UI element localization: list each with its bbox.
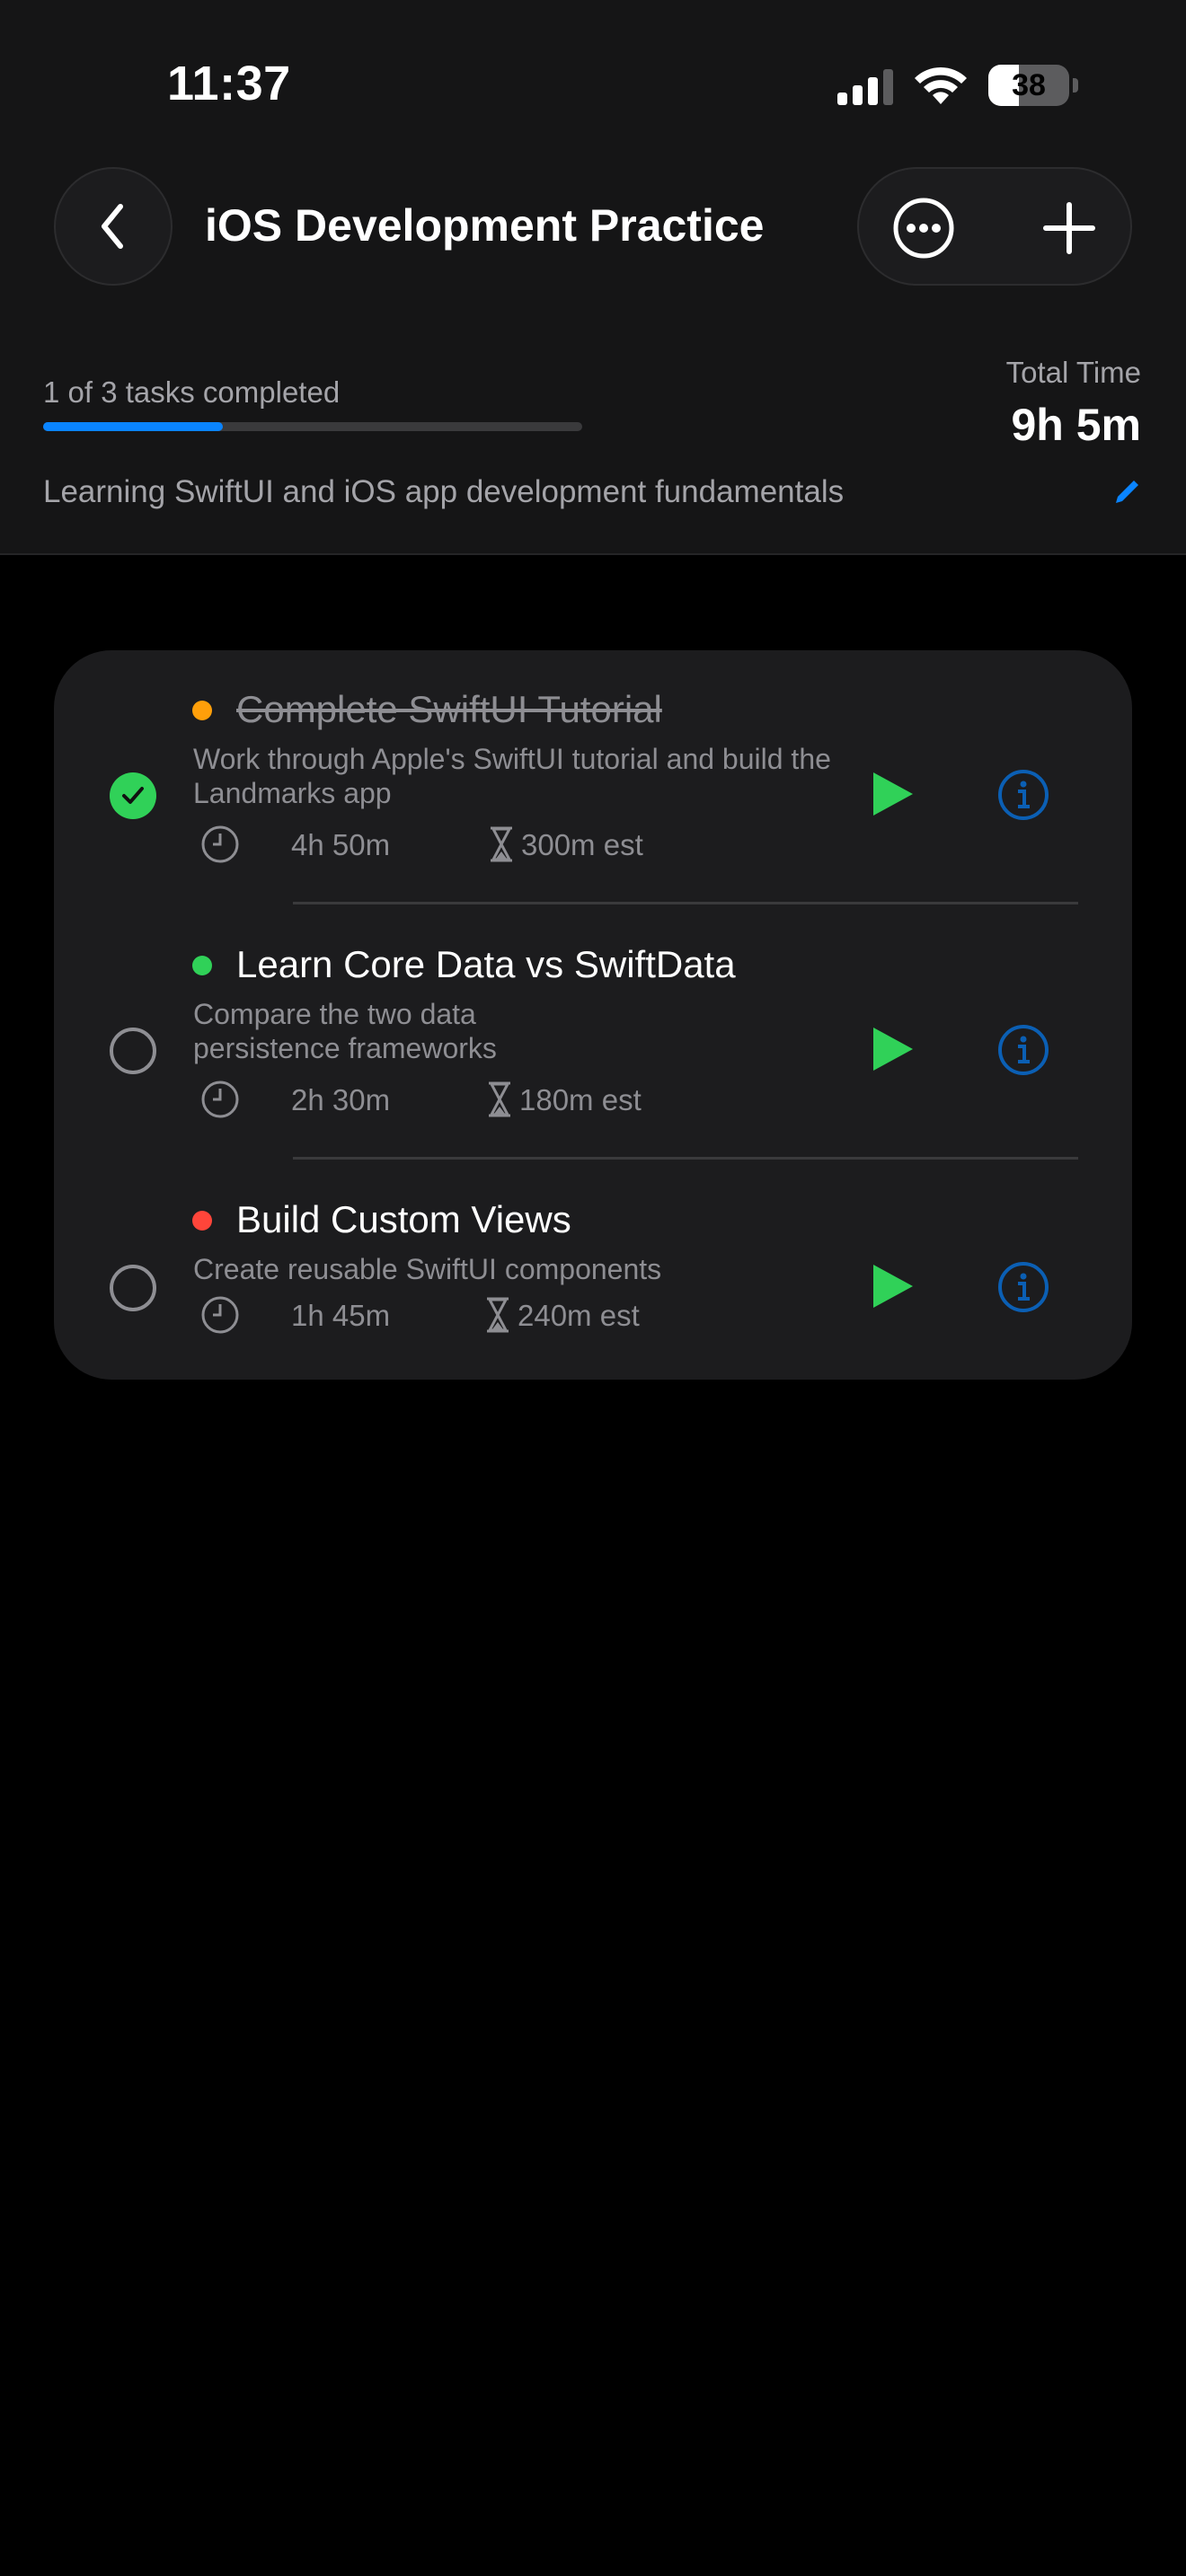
priority-dot xyxy=(192,701,212,720)
task-list-card: Complete SwiftUI Tutorial Work through A… xyxy=(54,650,1132,1380)
task-title: Learn Core Data vs SwiftData xyxy=(236,943,736,985)
info-icon[interactable] xyxy=(997,1024,1049,1076)
status-icons: 38 xyxy=(837,65,1078,106)
divider xyxy=(293,902,1078,904)
battery-tip xyxy=(1073,78,1078,93)
progress-label: 1 of 3 tasks completed xyxy=(43,375,341,409)
hourglass-icon xyxy=(487,1297,509,1333)
actions-group xyxy=(857,167,1132,286)
checkbox-circle-icon[interactable] xyxy=(110,1028,156,1074)
checkbox-circle-icon[interactable] xyxy=(110,1265,156,1311)
info-icon[interactable] xyxy=(997,1261,1049,1313)
status-time: 11:37 xyxy=(167,57,291,110)
task-row[interactable]: Build Custom Views Create reusable Swift… xyxy=(54,1193,1132,1417)
total-time-label: Total Time xyxy=(1005,356,1141,389)
task-description: Compare the two data persistence framewo… xyxy=(193,998,497,1064)
play-icon[interactable] xyxy=(866,1261,916,1311)
project-description: Learning SwiftUI and iOS app development… xyxy=(43,474,845,509)
back-button[interactable] xyxy=(54,167,173,286)
hourglass-icon xyxy=(489,1081,510,1117)
completed-checkmark-icon[interactable] xyxy=(110,772,156,819)
plus-icon[interactable] xyxy=(1037,196,1102,260)
total-time-value: 9h 5m xyxy=(1011,400,1141,450)
time-estimate: 180m est xyxy=(519,1083,642,1116)
divider xyxy=(293,1157,1078,1160)
play-icon[interactable] xyxy=(866,769,916,819)
header-area: 11:37 38 iOS Development Practice 1 of 3… xyxy=(0,0,1186,555)
play-icon[interactable] xyxy=(866,1024,916,1074)
time-spent: 2h 30m xyxy=(291,1083,391,1116)
time-estimate: 240m est xyxy=(518,1299,640,1332)
battery-icon: 38 xyxy=(988,65,1069,106)
info-icon[interactable] xyxy=(997,769,1049,821)
wifi-icon xyxy=(915,66,967,104)
priority-dot xyxy=(192,956,212,975)
task-description: Create reusable SwiftUI components xyxy=(193,1253,662,1285)
time-estimate: 300m est xyxy=(521,828,643,861)
progress-bar xyxy=(43,422,582,431)
cellular-signal-icon xyxy=(837,66,893,105)
progress-bar-fill xyxy=(43,422,223,431)
time-spent: 1h 45m xyxy=(291,1299,391,1332)
clock-icon xyxy=(201,825,239,863)
priority-dot xyxy=(192,1211,212,1231)
task-row[interactable]: Learn Core Data vs SwiftData Compare the… xyxy=(54,938,1132,1162)
time-spent: 4h 50m xyxy=(291,828,391,861)
task-title: Complete SwiftUI Tutorial xyxy=(236,688,662,730)
clock-icon xyxy=(201,1081,239,1118)
pencil-icon[interactable] xyxy=(1111,476,1143,508)
ellipsis-circle-icon[interactable] xyxy=(891,196,956,260)
task-title: Build Custom Views xyxy=(236,1198,571,1240)
battery-level: 38 xyxy=(1012,67,1046,102)
hourglass-icon xyxy=(491,826,512,862)
clock-icon xyxy=(201,1296,239,1334)
chevron-left-icon xyxy=(102,204,123,249)
page-title: iOS Development Practice xyxy=(205,200,765,251)
task-description: Work through Apple's SwiftUI tutorial an… xyxy=(193,743,831,809)
task-row[interactable]: Complete SwiftUI Tutorial Work through A… xyxy=(54,683,1132,907)
